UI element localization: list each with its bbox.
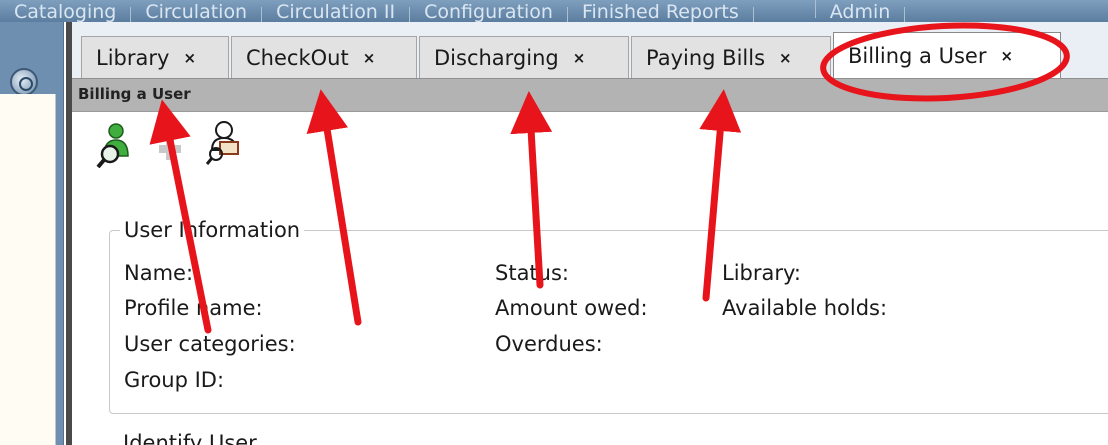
profile-name-label: Profile name: <box>124 296 263 320</box>
search-icon[interactable] <box>10 68 38 96</box>
add-icon[interactable] <box>158 134 182 162</box>
user-card-icon[interactable] <box>205 120 244 165</box>
menu-item-circulation-2[interactable]: Circulation II <box>262 3 411 22</box>
close-icon[interactable]: × <box>183 49 196 67</box>
user-search-icon[interactable] <box>96 122 134 169</box>
tab-paying-bills[interactable]: Paying Bills × <box>631 36 831 78</box>
tab-library[interactable]: Library × <box>81 36 229 78</box>
left-panel <box>0 22 64 445</box>
amount-owed-label: Amount owed: <box>495 296 648 320</box>
group-id-label: Group ID: <box>124 368 225 392</box>
tab-label: Billing a User <box>848 43 987 68</box>
name-label: Name: <box>124 261 194 285</box>
panel-title: Billing a User <box>78 85 191 103</box>
tab-label: Paying Bills <box>646 45 766 70</box>
tab-label: Library <box>96 45 170 70</box>
menu-item-blank[interactable] <box>754 0 816 18</box>
tab-checkout[interactable]: CheckOut × <box>231 36 417 78</box>
user-information-legend: User Information <box>124 218 301 242</box>
tab-discharging[interactable]: Discharging × <box>419 36 629 78</box>
library-label: Library: <box>722 261 801 285</box>
status-label: Status: <box>495 261 569 285</box>
tab-label: CheckOut <box>246 45 349 70</box>
menu-item-finished-reports[interactable]: Finished Reports <box>568 3 754 22</box>
close-icon[interactable]: × <box>1000 47 1013 65</box>
close-icon[interactable]: × <box>779 49 792 67</box>
tab-bar: Library × CheckOut × Discharging × Payin… <box>72 22 1108 78</box>
tab-label: Discharging <box>434 45 559 70</box>
overdues-label: Overdues: <box>495 332 603 356</box>
identify-user-legend: Identify User <box>123 431 257 445</box>
user-categories-label: User categories: <box>124 332 296 356</box>
close-icon[interactable]: × <box>573 49 586 67</box>
tab-billing-a-user[interactable]: Billing a User × <box>833 32 1061 78</box>
menu-item-admin[interactable]: Admin <box>816 3 906 22</box>
panel-title-bar: Billing a User <box>72 78 1108 112</box>
top-menu-bar: Cataloging Circulation Circulation II Confi… <box>0 0 1108 22</box>
menu-item-configuration[interactable]: Configuration <box>410 3 568 22</box>
close-icon[interactable]: × <box>363 49 376 67</box>
left-panel-content <box>0 94 56 445</box>
available-holds-label: Available holds: <box>722 296 888 320</box>
menu-item-cataloging[interactable]: Cataloging <box>0 3 132 22</box>
menu-item-circulation[interactable]: Circulation <box>131 3 263 22</box>
billing-user-panel: User Information Name: Profile name: Use… <box>72 112 1108 445</box>
